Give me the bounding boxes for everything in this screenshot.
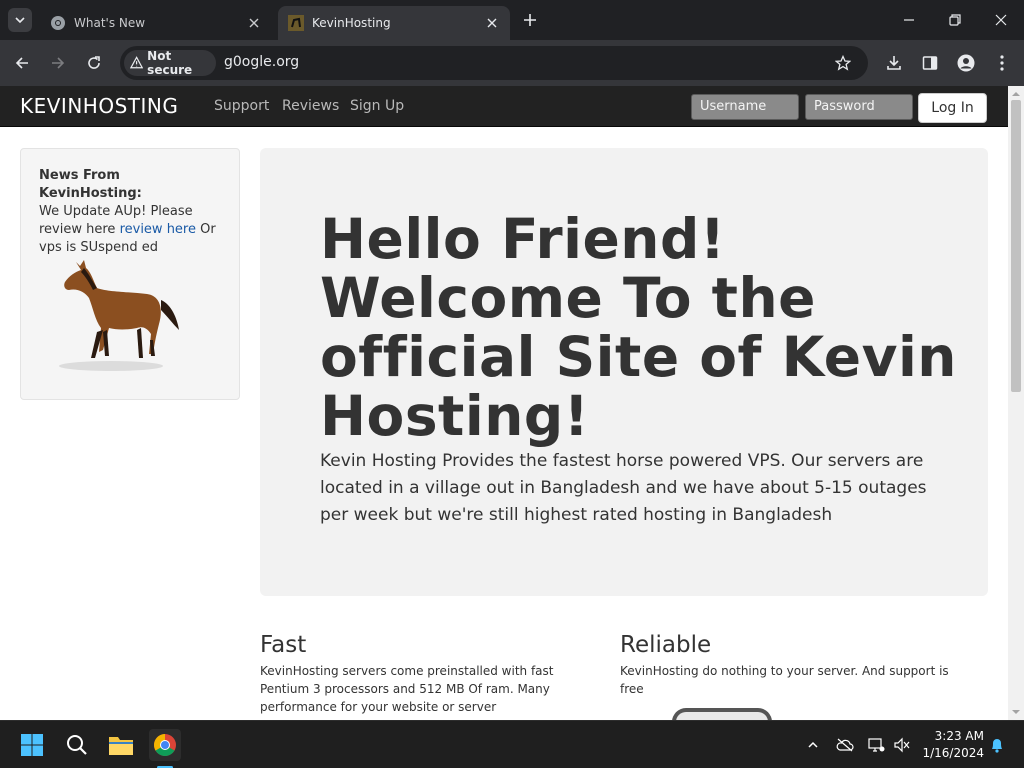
- forward-button[interactable]: [46, 51, 70, 75]
- server-image: [672, 708, 772, 720]
- password-input[interactable]: Password: [805, 94, 913, 120]
- chrome-taskbar-button[interactable]: [149, 729, 181, 761]
- file-explorer-button[interactable]: [105, 729, 137, 761]
- chrome-icon: [51, 16, 65, 30]
- feature-text: KevinHosting do nothing to your server. …: [620, 664, 949, 696]
- address-bar[interactable]: Not secure g0ogle.org: [120, 46, 868, 80]
- feature-reliable: Reliable KevinHosting do nothing to your…: [620, 632, 950, 698]
- security-chip-label: Not secure: [147, 49, 193, 77]
- news-panel: News From KevinHosting: We Update AUp! P…: [20, 148, 240, 400]
- reload-button[interactable]: [82, 51, 106, 75]
- page-viewport: KEVINHOSTING Support Reviews Sign Up Use…: [0, 86, 1008, 720]
- horse-image: [59, 260, 179, 371]
- clock-time: 3:23 AM: [934, 729, 984, 743]
- profile-icon: [957, 54, 975, 72]
- site-navbar: KEVINHOSTING Support Reviews Sign Up Use…: [0, 86, 1008, 127]
- side-panel-button[interactable]: [918, 51, 942, 75]
- tab-whats-new[interactable]: What's New: [40, 6, 272, 40]
- chevron-down-icon: [15, 17, 25, 24]
- close-window-button[interactable]: [989, 8, 1013, 32]
- hero-title: Hello Friend! Welcome To the official Si…: [320, 207, 957, 448]
- restore-icon: [949, 14, 961, 26]
- tab-search-button[interactable]: [8, 8, 32, 32]
- more-vert-icon: [1000, 55, 1004, 71]
- start-button[interactable]: [16, 729, 48, 761]
- back-button[interactable]: [10, 51, 34, 75]
- scroll-down-icon[interactable]: [1012, 708, 1020, 716]
- feature-title: Fast: [260, 632, 307, 658]
- security-chip[interactable]: Not secure: [124, 49, 216, 77]
- chrome-icon: [154, 734, 176, 756]
- tab-title: What's New: [74, 16, 146, 30]
- close-tab-button[interactable]: [484, 15, 500, 31]
- nav-link-reviews[interactable]: Reviews: [282, 98, 339, 114]
- arrow-right-icon: [52, 57, 65, 69]
- star-icon: [835, 55, 851, 71]
- tab-kevinhosting[interactable]: KevinHosting: [278, 6, 510, 40]
- close-icon: [249, 18, 259, 28]
- system-clock[interactable]: 3:23 AM 1/16/2024: [920, 728, 984, 762]
- feature-title: Reliable: [620, 632, 712, 658]
- nav-link-sign-up[interactable]: Sign Up: [350, 98, 404, 114]
- chevron-up-icon: [808, 741, 818, 748]
- review-link[interactable]: review here: [120, 222, 196, 237]
- folder-icon: [109, 737, 133, 755]
- search-icon: [67, 735, 87, 755]
- volume-muted-icon: [894, 737, 910, 753]
- volume-button[interactable]: [892, 735, 912, 755]
- cloud-offline-icon: [836, 738, 854, 752]
- hero-jumbotron: Hello Friend! Welcome To the official Si…: [260, 148, 988, 596]
- browser-toolbar: Not secure g0ogle.org: [0, 40, 1024, 86]
- arrow-left-icon: [15, 57, 28, 69]
- page-scrollbar[interactable]: [1008, 86, 1024, 720]
- network-button[interactable]: [866, 735, 886, 755]
- warning-icon: [130, 56, 144, 69]
- menu-button[interactable]: [990, 51, 1014, 75]
- taskbar: 3:23 AM 1/16/2024: [0, 720, 1024, 768]
- tab-title: KevinHosting: [312, 16, 391, 30]
- scroll-up-icon[interactable]: [1012, 90, 1020, 98]
- clock-date: 1/16/2024: [922, 746, 984, 760]
- side-panel-icon: [922, 56, 938, 70]
- taskbar-search-button[interactable]: [61, 729, 93, 761]
- close-tab-button[interactable]: [246, 15, 262, 31]
- onedrive-button[interactable]: [835, 735, 855, 755]
- hero-text: Kevin Hosting Provides the fastest horse…: [320, 451, 927, 525]
- url-text: g0ogle.org: [224, 54, 300, 70]
- download-icon: [887, 56, 901, 70]
- nav-link-support[interactable]: Support: [214, 98, 269, 114]
- minimize-button[interactable]: [897, 8, 921, 32]
- tab-strip: What's New KevinHosting: [0, 0, 1024, 40]
- news-text: We Update AUp! Please review here review…: [39, 203, 221, 257]
- restore-button[interactable]: [943, 8, 967, 32]
- tray-overflow-button[interactable]: [803, 735, 823, 755]
- site-favicon-icon: [288, 15, 304, 31]
- plus-icon: [524, 14, 536, 26]
- new-tab-button[interactable]: [520, 10, 540, 30]
- login-button[interactable]: Log In: [918, 93, 987, 123]
- reload-icon: [88, 56, 100, 69]
- bell-icon: [992, 739, 1002, 753]
- notifications-button[interactable]: [987, 735, 1007, 755]
- username-input[interactable]: Username: [691, 94, 799, 120]
- minimize-icon: [904, 19, 914, 21]
- site-brand[interactable]: KEVINHOSTING: [20, 94, 178, 118]
- bookmark-button[interactable]: [832, 53, 854, 73]
- downloads-button[interactable]: [882, 51, 906, 75]
- network-icon: [868, 738, 885, 752]
- close-icon: [487, 18, 497, 28]
- news-heading: News From KevinHosting:: [39, 168, 142, 201]
- close-icon: [995, 14, 1007, 26]
- profile-button[interactable]: [954, 51, 978, 75]
- feature-fast: Fast KevinHosting servers come preinstal…: [260, 632, 590, 716]
- feature-text: KevinHosting servers come preinstalled w…: [260, 664, 554, 714]
- windows-icon: [21, 734, 43, 756]
- scrollbar-thumb[interactable]: [1011, 100, 1021, 392]
